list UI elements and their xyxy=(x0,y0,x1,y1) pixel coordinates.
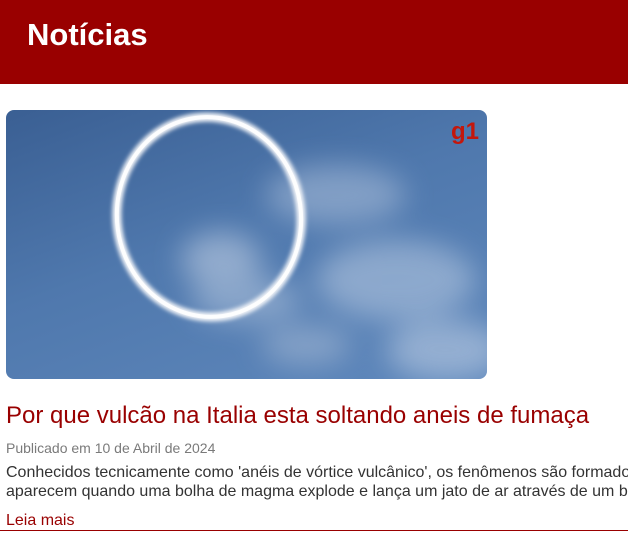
publish-date: Publicado em 10 de Abril de 2024 xyxy=(6,440,216,456)
g1-logo: g1 xyxy=(450,118,479,145)
site-header: Notícias xyxy=(0,0,628,84)
article-image[interactable]: g1 xyxy=(6,110,487,379)
article-divider xyxy=(0,530,628,531)
article-headline[interactable]: Por que vulcão na Italia esta soltando a… xyxy=(6,401,589,431)
read-more-link[interactable]: Leia mais xyxy=(6,511,74,530)
smoke-ring-photo xyxy=(112,112,487,379)
news-article: g1 Por que vulcão na Italia esta soltand… xyxy=(6,110,628,529)
summary-line: aparecem quando uma bolha de magma explo… xyxy=(6,483,628,500)
summary-line: Conhecidos tecnicamente como 'anéis de v… xyxy=(6,464,628,481)
article-summary: Conhecidos tecnicamente como 'anéis de v… xyxy=(6,463,628,501)
page-title: Notícias xyxy=(27,17,148,52)
